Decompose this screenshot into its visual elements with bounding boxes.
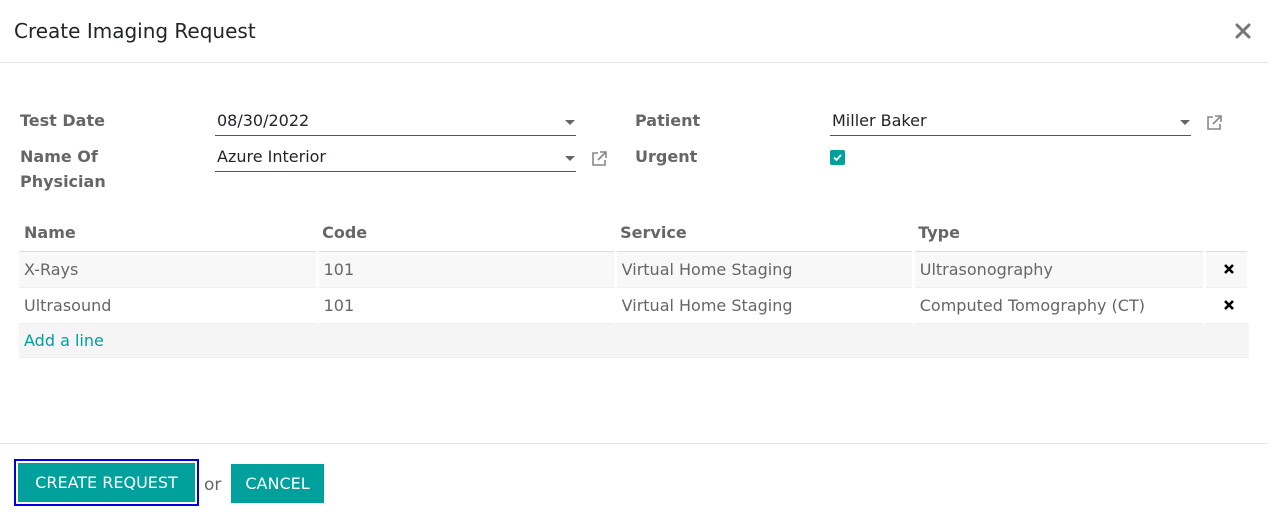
- test-date-value: 08/30/2022: [217, 111, 310, 130]
- dialog-title: Create Imaging Request: [14, 19, 256, 43]
- modal-header: Create Imaging Request: [0, 0, 1268, 63]
- chevron-down-icon[interactable]: [565, 120, 575, 125]
- close-icon[interactable]: [1233, 19, 1255, 43]
- cell-type[interactable]: Computed Tomography (CT): [913, 287, 1206, 324]
- column-header-code[interactable]: Code: [317, 215, 616, 252]
- imaging-lines-table: Name Code Service Type X-Rays 101 Virtua…: [19, 215, 1251, 358]
- table-row[interactable]: Ultrasound 101 Virtual Home Staging Comp…: [19, 287, 1251, 324]
- column-header-service[interactable]: Service: [615, 215, 914, 252]
- physician-value: Azure Interior: [217, 147, 327, 166]
- add-line-link[interactable]: Add a line: [24, 331, 104, 350]
- add-line-row: Add a line: [19, 323, 1249, 358]
- physician-label: Name Of Physician: [20, 144, 106, 194]
- column-header-name[interactable]: Name: [19, 215, 318, 252]
- test-date-label: Test Date: [20, 111, 105, 130]
- cell-service[interactable]: Virtual Home Staging: [615, 251, 915, 288]
- delete-icon: [1223, 299, 1234, 310]
- cell-service[interactable]: Virtual Home Staging: [615, 287, 915, 324]
- cell-type[interactable]: Ultrasonography: [913, 251, 1206, 288]
- test-date-field[interactable]: 08/30/2022: [215, 110, 576, 136]
- delete-row-button[interactable]: [1204, 287, 1251, 324]
- external-link-icon[interactable]: [590, 150, 608, 168]
- column-header-type[interactable]: Type: [913, 215, 1205, 252]
- urgent-checkbox[interactable]: [830, 150, 845, 165]
- table-row[interactable]: X-Rays 101 Virtual Home Staging Ultrason…: [19, 251, 1251, 288]
- patient-field[interactable]: Miller Baker: [830, 110, 1191, 136]
- check-icon: [833, 154, 842, 162]
- create-request-button[interactable]: CREATE REQUEST: [16, 461, 197, 504]
- delete-icon: [1223, 263, 1234, 274]
- table-header-row: Name Code Service Type: [19, 215, 1249, 252]
- physician-label-line2: Physician: [20, 172, 106, 191]
- external-link-icon[interactable]: [1205, 114, 1223, 132]
- physician-field[interactable]: Azure Interior: [215, 146, 576, 172]
- chevron-down-icon[interactable]: [565, 156, 575, 161]
- patient-value: Miller Baker: [832, 111, 927, 130]
- or-separator: or: [204, 475, 222, 495]
- patient-label: Patient: [635, 111, 701, 130]
- delete-row-button[interactable]: [1204, 251, 1251, 288]
- cell-code[interactable]: 101: [317, 251, 617, 288]
- cell-name[interactable]: X-Rays: [19, 251, 319, 288]
- chevron-down-icon[interactable]: [1180, 120, 1190, 125]
- urgent-label: Urgent: [635, 147, 698, 166]
- cell-code[interactable]: 101: [317, 287, 617, 324]
- cancel-button[interactable]: CANCEL: [231, 464, 324, 503]
- cell-name[interactable]: Ultrasound: [19, 287, 319, 324]
- physician-label-line1: Name Of: [20, 147, 98, 166]
- column-header-actions: [1204, 215, 1249, 252]
